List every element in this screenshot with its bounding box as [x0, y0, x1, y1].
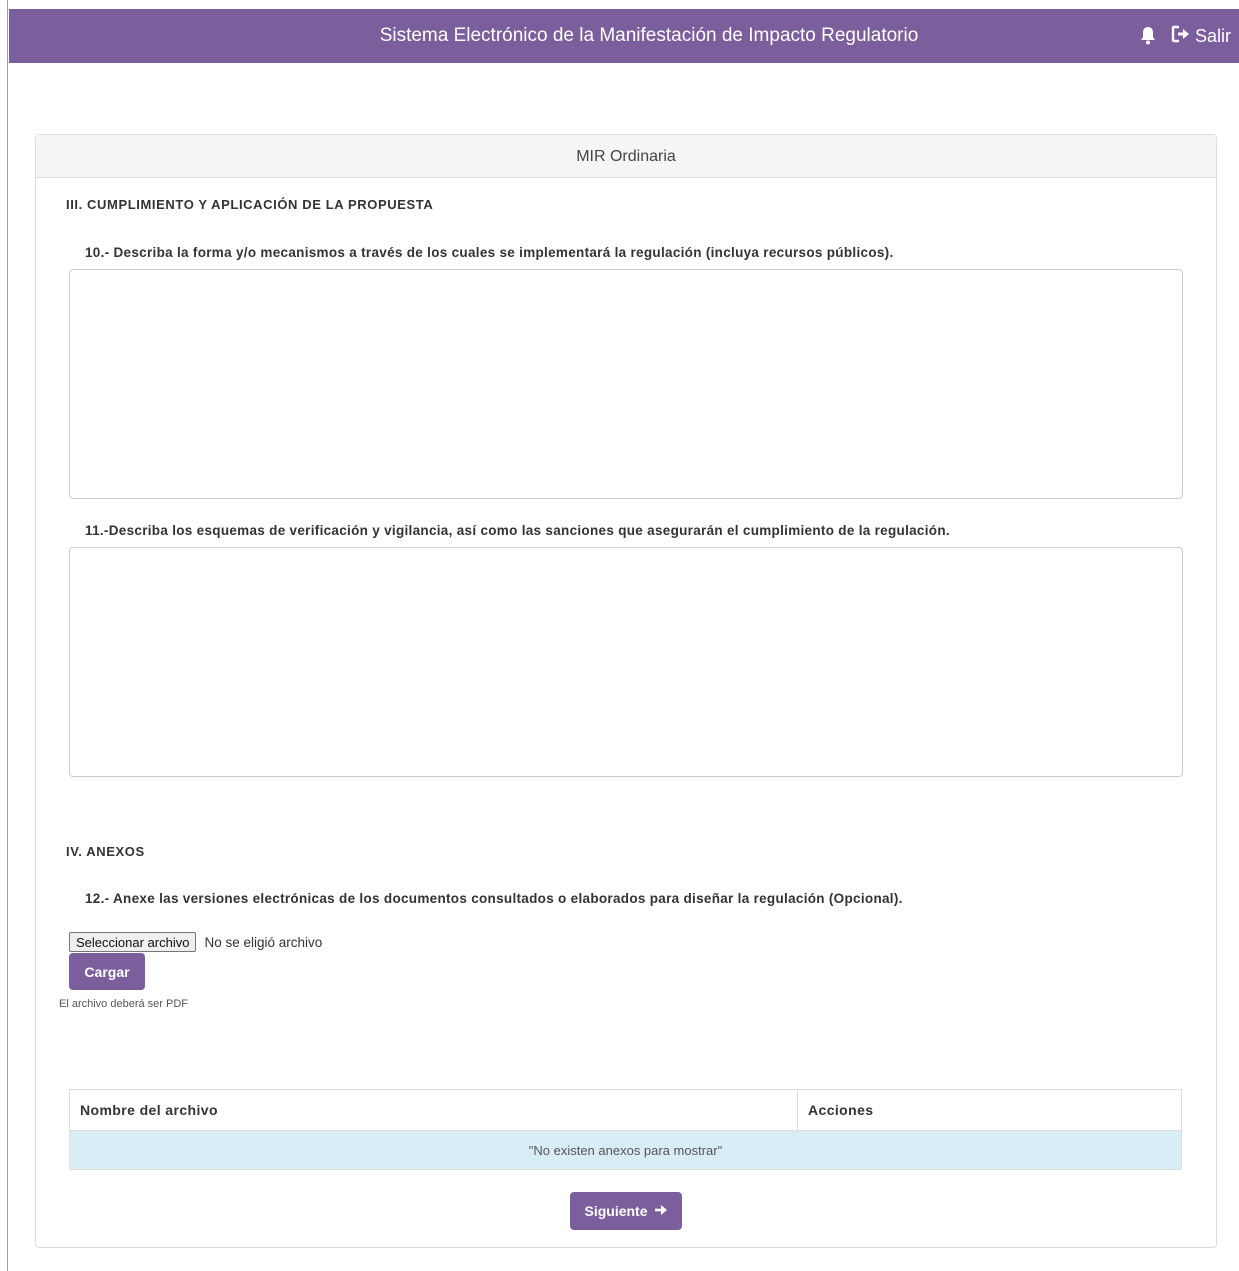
- question-10-label: 10.- Describa la forma y/o mecanismos a …: [85, 245, 894, 260]
- app-title: Sistema Electrónico de la Manifestación …: [379, 25, 919, 46]
- question-11-label: 11.-Describa los esquemas de verificació…: [85, 523, 950, 538]
- next-label: Siguiente: [584, 1203, 648, 1219]
- choose-file-button[interactable]: Seleccionar archivo: [69, 932, 197, 952]
- logout-icon: [1171, 25, 1191, 48]
- mir-form-panel: MIR Ordinaria III. CUMPLIMIENTO Y APLICA…: [35, 134, 1217, 1248]
- window-top-edge: [0, 0, 1239, 9]
- section-4-title: IV. ANEXOS: [66, 844, 145, 859]
- window-left-edge: [0, 0, 8, 1271]
- upload-button[interactable]: Cargar: [69, 953, 145, 990]
- logout-button[interactable]: Salir: [1171, 25, 1231, 48]
- question-11-textarea[interactable]: [69, 547, 1183, 777]
- top-navbar: Sistema Electrónico de la Manifestación …: [9, 9, 1239, 63]
- annexes-table: Nombre del archivo Acciones "No existen …: [69, 1089, 1182, 1170]
- section-3-title: III. CUMPLIMIENTO Y APLICACIÓN DE LA PRO…: [66, 197, 434, 212]
- file-input: Seleccionar archivo No se eligió archivo: [69, 932, 322, 952]
- file-status-text: No se eligió archivo: [204, 934, 323, 950]
- column-header-filename: Nombre del archivo: [69, 1089, 798, 1131]
- table-header-row: Nombre del archivo Acciones: [69, 1089, 1182, 1131]
- next-button[interactable]: Siguiente: [570, 1192, 682, 1230]
- navbar-actions: Salir: [1139, 9, 1231, 63]
- bell-icon[interactable]: [1139, 26, 1157, 46]
- empty-table-message: "No existen anexos para mostrar": [69, 1130, 1182, 1170]
- table-row: "No existen anexos para mostrar": [69, 1130, 1182, 1170]
- file-format-hint: El archivo deberá ser PDF: [59, 998, 188, 1010]
- arrow-right-icon: [654, 1203, 668, 1219]
- column-header-actions: Acciones: [797, 1089, 1182, 1131]
- panel-heading: MIR Ordinaria: [36, 135, 1216, 178]
- question-12-label: 12.- Anexe las versiones electrónicas de…: [85, 891, 903, 906]
- logout-label: Salir: [1194, 25, 1231, 46]
- question-10-textarea[interactable]: [69, 269, 1183, 499]
